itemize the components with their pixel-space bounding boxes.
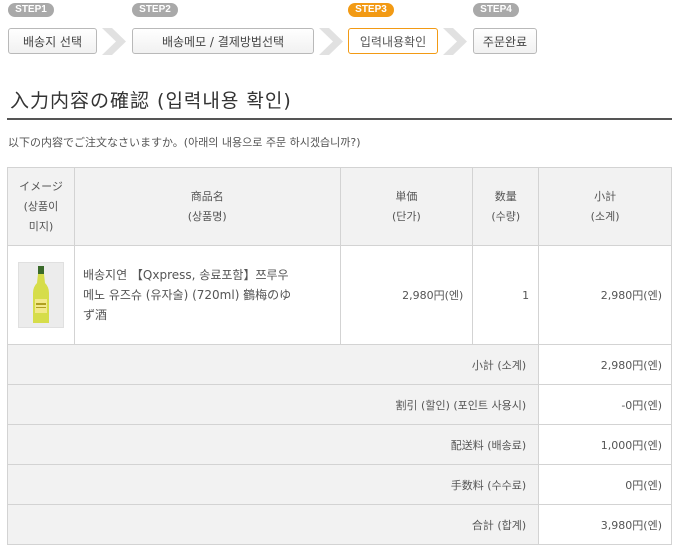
bottle-image	[18, 263, 63, 327]
product-name-line-3: ず酒	[82, 308, 107, 322]
chevron-right-icon	[319, 28, 343, 55]
header-qty-ja: 数量	[494, 189, 517, 203]
header-image-ko-1: (상품이	[23, 199, 59, 213]
summary-value: 1,000円(엔)	[538, 424, 672, 465]
line-subtotal: 2,980円(엔)	[538, 245, 672, 345]
page-title: 入力内容の確認 (입력내용 확인)	[10, 90, 292, 112]
header-price-ja: 単価	[395, 189, 418, 203]
summary-label: 手数料 (수수료)	[6, 464, 540, 505]
summary-row-discount: 割引 (할인) (포인트 사용시) -0円(엔)	[6, 384, 672, 425]
quantity: 1	[472, 245, 540, 345]
table-row: 배송지연 【Qxpress, 송료포함】쯔루우 메노 유즈슈 (유자술) (72…	[7, 245, 672, 345]
unit-price: 2,980円(엔)	[339, 245, 474, 345]
header-name-ja: 商品名	[190, 189, 224, 203]
product-name-line-1: 배송지연 【Qxpress, 송료포함】쯔루우	[82, 268, 289, 282]
step-1-label: 배송지 선택	[8, 28, 97, 54]
header-image-ko-2: 미지)	[28, 219, 54, 233]
summary-value: 2,980円(엔)	[538, 344, 672, 385]
checkout-steps: STEP1 배송지 선택 STEP2 배송메모 / 결제방법선택 STEP3 입…	[0, 0, 678, 60]
header-product-name: 商品名 (상품명)	[73, 167, 341, 246]
step-2-label: 배송메모 / 결제방법선택	[132, 28, 314, 54]
step-3-label: 입력내용확인	[348, 28, 438, 54]
header-subtotal-ko: (소계)	[590, 209, 620, 223]
summary-row-fee: 手数料 (수수료) 0円(엔)	[6, 464, 672, 505]
header-subtotal: 小計 (소계)	[538, 167, 672, 246]
table-header-row: イメージ (상품이 미지) 商品名 (상품명) 単価 (단가) 数量 (수량) …	[7, 167, 672, 246]
summary-value: -0円(엔)	[538, 384, 672, 425]
summary-row-shipping: 配送料 (배송료) 1,000円(엔)	[6, 424, 672, 465]
header-quantity: 数量 (수량)	[472, 167, 540, 246]
chevron-right-icon	[443, 28, 467, 55]
header-image-ja: イメージ	[19, 179, 63, 193]
product-image-cell	[7, 245, 75, 345]
step-2-badge: STEP2	[132, 3, 178, 17]
summary-row-subtotal: 小計 (소계) 2,980円(엔)	[6, 344, 672, 385]
summary-value: 0円(엔)	[538, 464, 672, 505]
header-subtotal-ja: 小計	[594, 189, 617, 203]
yuzu-liqueur-bottle-icon[interactable]	[17, 262, 64, 328]
confirmation-message: 以下の内容でご注文なさいますか。(아래의 내용으로 주문 하시겠습니까?)	[8, 136, 361, 149]
summary-label: 小計 (소계)	[6, 344, 540, 385]
step-3-badge: STEP3	[348, 3, 394, 17]
header-unit-price: 単価 (단가)	[339, 167, 474, 246]
step-4-label: 주문완료	[473, 28, 537, 54]
product-name[interactable]: 배송지연 【Qxpress, 송료포함】쯔루우 메노 유즈슈 (유자술) (72…	[73, 245, 341, 345]
title-divider	[7, 118, 672, 120]
step-1-badge: STEP1	[8, 3, 54, 17]
order-confirmation-table: イメージ (상품이 미지) 商品名 (상품명) 単価 (단가) 数量 (수량) …	[6, 167, 672, 545]
product-name-line-2: 메노 유즈슈 (유자술) (720ml) 鶴梅のゆ	[82, 288, 292, 302]
step-4-badge: STEP4	[473, 3, 519, 17]
summary-label: 配送料 (배송료)	[6, 424, 540, 465]
header-image: イメージ (상품이 미지)	[7, 167, 75, 246]
header-price-ko: (단가)	[391, 209, 421, 223]
summary-label: 割引 (할인) (포인트 사용시)	[6, 384, 540, 425]
header-name-ko: (상품명)	[187, 209, 227, 223]
header-qty-ko: (수량)	[491, 209, 521, 223]
chevron-right-icon	[102, 28, 126, 55]
